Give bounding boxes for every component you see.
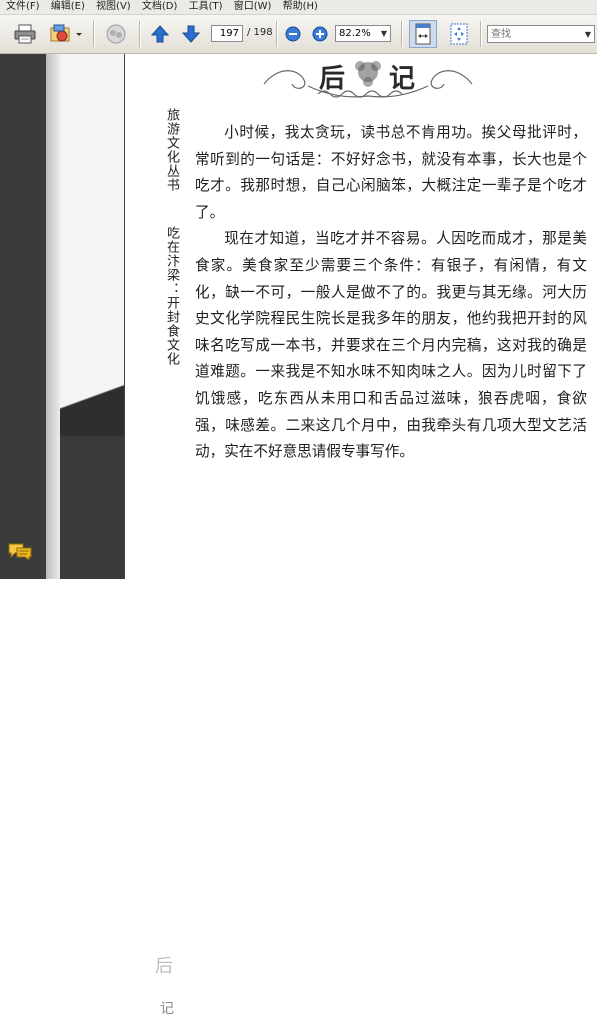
next-page-button[interactable]	[179, 23, 203, 45]
zoom-in-button[interactable]	[311, 25, 329, 43]
menu-bar: 文件(F) 编辑(E) 视图(V) 文档(D) 工具(T) 窗口(W) 帮助(H…	[0, 0, 597, 15]
strip-chapter-label: 后	[155, 956, 173, 977]
zoom-out-icon	[285, 26, 301, 42]
fit-width-button[interactable]	[409, 20, 437, 48]
page-body: 小时候，我太贪玩，读书总不肯用功。挨父母批评时，常听到的一句话是：不好好念书，就…	[195, 120, 587, 466]
chevron-down-icon[interactable]: ▼	[582, 30, 594, 39]
page-number-input[interactable]	[211, 25, 243, 42]
paragraph: 现在才知道，当吃才并不容易。人因吃而成才，那是美食家。美食家至少需要三个条件：有…	[195, 230, 587, 461]
collaborate-icon	[106, 24, 126, 44]
page-edge-shadow	[46, 54, 60, 579]
email-icon	[50, 24, 82, 42]
fit-page-icon	[450, 23, 468, 45]
comment-icon	[8, 543, 32, 561]
collaborate-button[interactable]	[102, 23, 130, 45]
zoom-out-button[interactable]	[284, 25, 302, 43]
menu-file[interactable]: 文件(F)	[0, 0, 42, 14]
search-field[interactable]: ▼	[487, 25, 595, 43]
page-total: / 198	[247, 27, 273, 38]
email-button[interactable]	[48, 23, 84, 45]
strip-chapter-label-2: 记	[160, 1001, 174, 1017]
fit-page-button[interactable]	[446, 22, 472, 46]
page-heading: 后记	[319, 64, 460, 94]
menu-edit[interactable]: 编辑(E)	[45, 0, 87, 14]
print-icon	[14, 24, 36, 44]
zoom-in-icon	[312, 26, 328, 42]
menu-window[interactable]: 窗口(W)	[228, 0, 274, 14]
menu-help[interactable]: 帮助(H)	[277, 0, 320, 14]
toolbar-separator	[401, 21, 403, 47]
toolbar-separator	[276, 21, 278, 47]
arrow-up-icon	[150, 25, 170, 43]
search-input[interactable]	[488, 27, 582, 41]
comments-button[interactable]	[8, 543, 32, 565]
zoom-value: 82.2%	[339, 28, 371, 39]
chevron-down-icon: ▼	[380, 29, 388, 38]
zoom-select[interactable]: 82.2% ▼	[335, 25, 391, 42]
series-title: 旅游文化丛书	[164, 108, 179, 192]
book-title: 吃在汴梁：开封食文化	[164, 226, 179, 366]
paragraph: 小时候，我太贪玩，读书总不肯用功。挨父母批评时，常听到的一句话是：不好好念书，就…	[195, 124, 587, 221]
toolbar-separator	[480, 21, 482, 47]
menu-view[interactable]: 视图(V)	[90, 0, 133, 14]
toolbar-separator	[93, 21, 95, 47]
menu-tools[interactable]: 工具(T)	[183, 0, 225, 14]
fit-width-icon	[415, 23, 431, 45]
strip-wedge	[60, 376, 124, 436]
menu-document[interactable]: 文档(D)	[136, 0, 180, 14]
toolbar-separator	[139, 21, 141, 47]
previous-page-button[interactable]	[148, 23, 172, 45]
arrow-down-icon	[181, 25, 201, 43]
print-button[interactable]	[12, 23, 38, 45]
navigation-panel	[0, 54, 46, 579]
toolbar: / 198 82.2% ▼ ▼	[0, 15, 597, 54]
